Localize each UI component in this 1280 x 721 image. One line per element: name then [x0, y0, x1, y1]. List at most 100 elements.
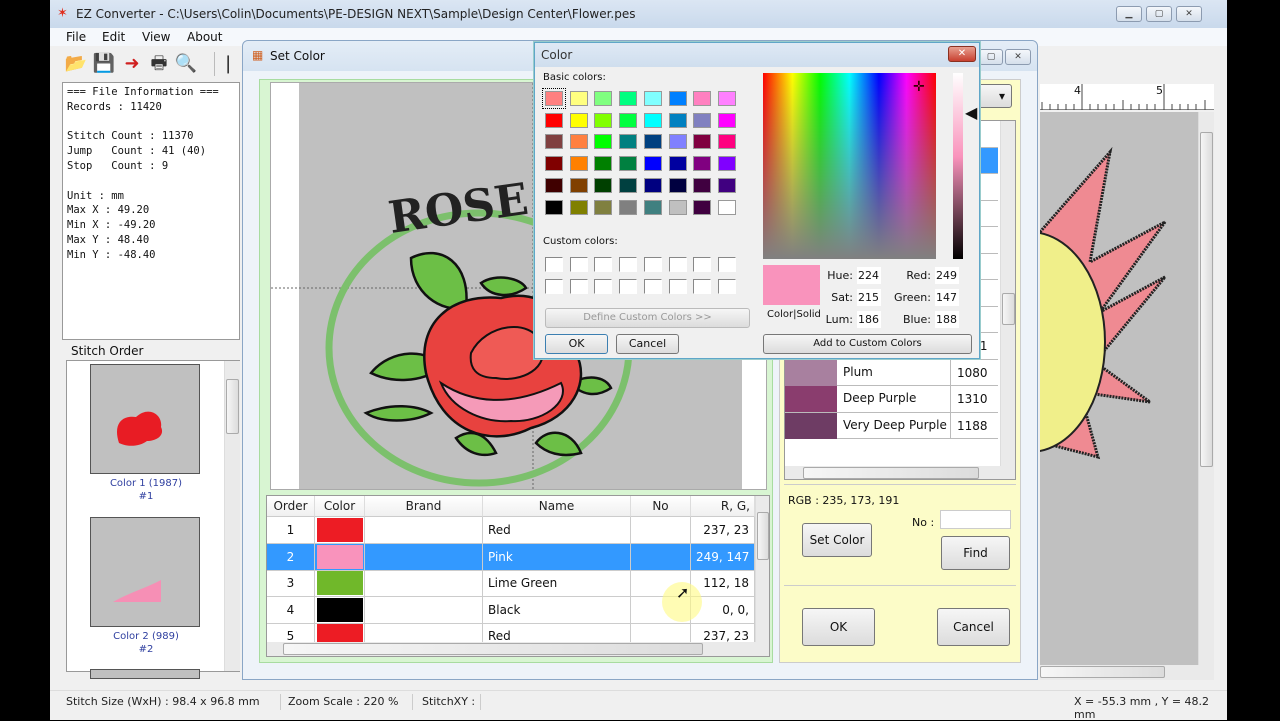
scrollbar-thumb[interactable] [1040, 666, 1165, 678]
blue-input[interactable]: 188 [935, 311, 959, 328]
column-header-order[interactable]: Order [267, 496, 315, 517]
luminance-slider[interactable] [953, 73, 963, 259]
thread-number-input[interactable] [940, 510, 1011, 529]
custom-color-slot[interactable] [668, 257, 687, 272]
custom-color-slot[interactable] [619, 257, 638, 272]
column-header-brand[interactable]: Brand [365, 496, 483, 517]
color-dialog-close-button[interactable]: ✕ [948, 46, 976, 62]
basic-color-swatch[interactable] [643, 156, 662, 172]
thread-color-table[interactable]: Order Color Brand Name No R, G, 1 Red 237,… [266, 495, 770, 657]
basic-color-swatch[interactable] [717, 199, 736, 215]
basic-color-swatch[interactable] [569, 112, 588, 128]
sat-input[interactable]: 215 [857, 289, 881, 306]
ok-button[interactable]: OK [802, 608, 875, 646]
color-ok-button[interactable]: OK [545, 334, 608, 354]
basic-color-swatch[interactable] [643, 91, 662, 106]
color-spectrum[interactable]: ✛ [763, 73, 936, 259]
basic-color-swatch[interactable] [668, 91, 687, 106]
basic-color-swatch[interactable] [569, 156, 588, 172]
find-button[interactable]: Find [941, 536, 1010, 570]
menu-edit[interactable]: Edit [102, 30, 125, 44]
canvas-vscroll[interactable] [1198, 112, 1214, 665]
thread-list-row[interactable]: Plum 1080 [785, 359, 998, 386]
custom-color-slot[interactable] [569, 279, 588, 294]
print-icon[interactable]: 🖶 [147, 52, 171, 76]
basic-color-swatch[interactable] [717, 112, 736, 128]
basic-color-swatch[interactable] [693, 156, 712, 172]
basic-color-swatch[interactable] [542, 88, 566, 109]
color-cancel-button[interactable]: Cancel [616, 334, 679, 354]
basic-color-swatch[interactable] [619, 91, 638, 106]
basic-color-swatch[interactable] [643, 112, 662, 128]
custom-color-slot[interactable] [545, 279, 563, 294]
table-row[interactable]: 2 Pink 249, 147 [267, 543, 755, 571]
basic-color-swatch[interactable] [619, 134, 638, 150]
open-folder-icon[interactable]: 📂 [64, 52, 88, 76]
basic-color-swatch[interactable] [668, 112, 687, 128]
minimize-button[interactable]: ▁ [1116, 6, 1142, 22]
basic-color-swatch[interactable] [668, 199, 687, 215]
custom-color-slot[interactable] [668, 279, 687, 294]
luminance-arrow-icon[interactable]: ◀ [965, 105, 977, 121]
basic-color-swatch[interactable] [594, 156, 613, 172]
column-header-color[interactable]: Color [315, 496, 365, 517]
red-input[interactable]: 249 [935, 267, 959, 284]
basic-color-swatch[interactable] [619, 199, 638, 215]
define-custom-colors-button[interactable]: Define Custom Colors >> [545, 308, 750, 328]
scrollbar-thumb[interactable] [803, 467, 979, 479]
thread-list-row[interactable]: Very Deep Purple 1188 [785, 412, 998, 439]
stitch-thumbnail[interactable] [90, 669, 200, 679]
scrollbar-thumb[interactable] [1200, 132, 1213, 467]
basic-color-swatch[interactable] [717, 156, 736, 172]
basic-color-swatch[interactable] [545, 134, 563, 150]
basic-color-swatch[interactable] [545, 199, 563, 215]
thread-list-row[interactable]: Deep Purple 1310 [785, 386, 998, 413]
basic-color-swatch[interactable] [668, 134, 687, 150]
stitch-order-scrollbar[interactable] [224, 361, 240, 671]
stitch-thumbnail[interactable] [90, 517, 200, 627]
basic-color-swatch[interactable] [693, 177, 712, 193]
green-input[interactable]: 147 [935, 289, 959, 306]
menu-file[interactable]: File [66, 30, 86, 44]
custom-color-slot[interactable] [693, 257, 712, 272]
basic-color-swatch[interactable] [545, 156, 563, 172]
custom-color-slot[interactable] [717, 257, 736, 272]
table-row[interactable]: 1 Red 237, 23 [267, 517, 755, 544]
design-canvas[interactable] [954, 112, 1198, 665]
scrollbar-thumb[interactable] [757, 512, 769, 560]
cancel-button[interactable]: Cancel [937, 608, 1010, 646]
basic-color-swatch[interactable] [693, 91, 712, 106]
basic-color-swatch[interactable] [693, 199, 712, 215]
thread-list-hscroll[interactable] [785, 466, 1015, 479]
maximize-button[interactable]: ▢ [1146, 6, 1172, 22]
table-vscroll[interactable] [755, 496, 769, 642]
basic-color-swatch[interactable] [569, 177, 588, 193]
menu-view[interactable]: View [142, 30, 170, 44]
custom-color-slot[interactable] [643, 279, 662, 294]
canvas-hscroll[interactable] [1040, 665, 1214, 680]
basic-color-swatch[interactable] [619, 112, 638, 128]
basic-color-swatch[interactable] [717, 91, 736, 106]
basic-color-swatch[interactable] [693, 134, 712, 150]
basic-color-swatch[interactable] [668, 177, 687, 193]
thread-color-icon[interactable]: ❘ [218, 52, 238, 76]
add-to-custom-colors-button[interactable]: Add to Custom Colors [763, 334, 972, 354]
set-color-maximize-button[interactable]: ▢ [979, 49, 1003, 65]
custom-color-slot[interactable] [569, 257, 588, 272]
column-header-rgb[interactable]: R, G, [691, 496, 755, 517]
basic-color-swatch[interactable] [619, 177, 638, 193]
custom-color-slot[interactable] [619, 279, 638, 294]
column-header-no[interactable]: No [631, 496, 691, 517]
custom-color-slot[interactable] [693, 279, 712, 294]
menu-about[interactable]: About [187, 30, 222, 44]
column-header-name[interactable]: Name [483, 496, 631, 517]
table-hscroll[interactable] [267, 642, 769, 656]
scrollbar-thumb[interactable] [1002, 293, 1015, 325]
save-icon[interactable]: 💾 [92, 52, 116, 76]
basic-color-swatch[interactable] [569, 91, 588, 106]
set-color-button[interactable]: Set Color [802, 523, 872, 557]
scrollbar-thumb[interactable] [283, 643, 703, 655]
custom-color-slot[interactable] [717, 279, 736, 294]
basic-color-swatch[interactable] [643, 199, 662, 215]
basic-color-swatch[interactable] [545, 112, 563, 128]
